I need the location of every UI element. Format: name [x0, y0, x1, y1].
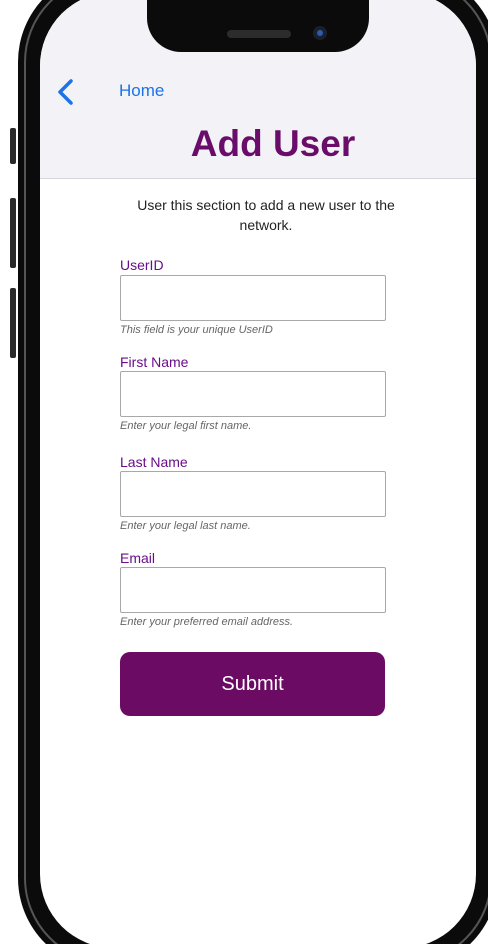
- mute-switch: [10, 128, 16, 164]
- page-title: Add User: [190, 123, 356, 164]
- first-name-hint: Enter your legal first name.: [120, 420, 252, 432]
- last-name-hint: Enter your legal last name.: [120, 520, 251, 532]
- intro-text: User this section to add a new user to t…: [137, 197, 395, 233]
- screenshot-stage: Home Add User User this section to add a…: [0, 0, 488, 944]
- phone-frame: Home Add User User this section to add a…: [18, 0, 488, 944]
- chevron-left-icon: [58, 79, 73, 105]
- home-link[interactable]: Home: [119, 81, 164, 101]
- speaker-grille: [227, 30, 291, 38]
- email-hint: Enter your preferred email address.: [120, 616, 294, 628]
- userid-label: UserID: [120, 257, 164, 273]
- email-input[interactable]: [120, 567, 386, 613]
- volume-down-button: [10, 288, 16, 358]
- front-camera: [313, 26, 327, 40]
- userid-input[interactable]: [120, 275, 386, 321]
- phone-notch: [147, 0, 369, 52]
- back-button[interactable]: [54, 77, 78, 107]
- volume-up-button: [10, 198, 16, 268]
- last-name-input[interactable]: [120, 471, 386, 517]
- submit-button[interactable]: Submit: [120, 652, 385, 716]
- userid-hint: This field is your unique UserID: [120, 324, 273, 336]
- first-name-label: First Name: [120, 354, 189, 370]
- first-name-input[interactable]: [120, 371, 386, 417]
- email-label: Email: [120, 550, 156, 566]
- phone-screen: Home Add User User this section to add a…: [40, 0, 476, 944]
- last-name-label: Last Name: [120, 454, 188, 470]
